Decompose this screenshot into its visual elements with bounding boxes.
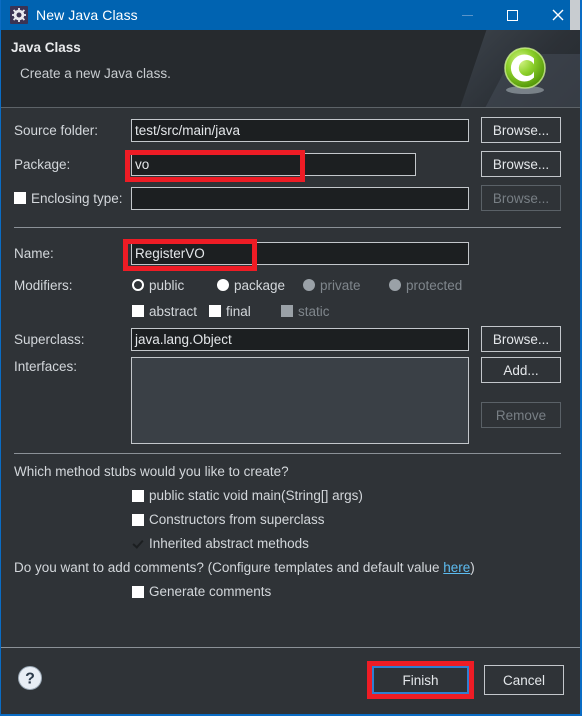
modifier-final-option[interactable]: final — [209, 304, 251, 319]
checkbox-final[interactable] — [209, 305, 221, 317]
name-row: Name: RegisterVO — [1, 240, 580, 266]
checkbox-inherited-abstract[interactable] — [132, 537, 144, 550]
method-stubs-question: Which method stubs would you like to cre… — [14, 464, 289, 479]
enclosing-type-browse-label: Browse... — [492, 190, 550, 206]
checkbox-inherited-abstract-label: Inherited abstract methods — [149, 536, 309, 551]
finish-button-inner: Finish — [372, 666, 469, 694]
gear-icon — [10, 6, 28, 24]
checkbox-generate-comments-label: Generate comments — [149, 584, 272, 599]
banner-title: Java Class — [11, 40, 81, 55]
separator-1 — [14, 227, 561, 228]
package-browse-button[interactable]: Browse... — [481, 151, 561, 177]
checkbox-constructors-label: Constructors from superclass — [149, 512, 325, 527]
radio-private-label: private — [320, 277, 361, 293]
cancel-button-label: Cancel — [502, 672, 546, 688]
stub-main-option[interactable]: public static void main(String[] args) — [132, 488, 363, 503]
checkbox-final-label: final — [226, 303, 251, 319]
comments-question: Do you want to add comments? (Configure … — [14, 560, 475, 575]
enclosing-type-label: Enclosing type: — [31, 190, 123, 206]
gear-icon-svg — [12, 8, 26, 22]
radio-package[interactable] — [217, 279, 229, 291]
superclass-input[interactable]: java.lang.Object — [131, 327, 469, 351]
finish-button[interactable]: Finish — [371, 665, 470, 695]
package-row: Package: vo Browse... — [1, 151, 580, 177]
checkbox-static — [281, 305, 293, 317]
radio-protected-label: protected — [406, 277, 463, 293]
package-input[interactable]: vo — [131, 152, 416, 176]
modifier-abstract-option[interactable]: abstract — [132, 304, 197, 319]
stub-inherited-option[interactable]: Inherited abstract methods — [132, 536, 309, 551]
enclosing-type-input[interactable] — [131, 186, 469, 210]
cancel-button[interactable]: Cancel — [484, 665, 564, 695]
radio-private — [303, 279, 315, 291]
source-folder-row: Source folder: test/src/main/java Browse… — [1, 117, 580, 143]
source-folder-label: Source folder: — [14, 122, 99, 138]
enclosing-type-checkbox[interactable] — [14, 192, 26, 204]
generate-comments-option[interactable]: Generate comments — [132, 584, 271, 599]
help-icon[interactable]: ? — [17, 665, 43, 691]
interfaces-row: Interfaces: Add... Remove — [1, 357, 580, 447]
interfaces-label: Interfaces: — [14, 359, 78, 374]
superclass-browse-label: Browse... — [492, 331, 550, 347]
modifier-protected-option: protected — [389, 278, 462, 293]
interfaces-remove-label: Remove — [495, 407, 547, 423]
comments-question-pre: Do you want to add comments? (Configure … — [14, 560, 444, 575]
stub-constructors-option[interactable]: Constructors from superclass — [132, 512, 325, 527]
interfaces-add-button[interactable]: Add... — [481, 357, 561, 383]
title-bar: New Java Class — [1, 0, 580, 30]
configure-templates-link[interactable]: here — [443, 560, 470, 575]
modifier-static-option: static — [281, 304, 330, 319]
source-folder-input[interactable]: test/src/main/java — [131, 118, 469, 142]
source-folder-browse-button[interactable]: Browse... — [481, 117, 561, 143]
enclosing-type-browse-button: Browse... — [481, 185, 561, 211]
radio-protected — [389, 279, 401, 291]
superclass-label: Superclass: — [14, 331, 85, 347]
interfaces-remove-button: Remove — [481, 402, 561, 428]
checkbox-constructors[interactable] — [132, 513, 144, 526]
interfaces-add-label: Add... — [503, 362, 539, 378]
wizard-banner: Java Class Create a new Java class. — [1, 30, 580, 108]
separator-2 — [14, 453, 561, 454]
radio-public[interactable] — [132, 279, 144, 291]
window-title: New Java Class — [36, 7, 138, 23]
checkbox-static-label: static — [298, 303, 330, 319]
modifier-package-option[interactable]: package — [217, 278, 285, 293]
name-label: Name: — [14, 245, 54, 261]
banner-subtitle: Create a new Java class. — [20, 66, 171, 81]
enclosing-type-row: Enclosing type: Browse... — [1, 185, 580, 211]
modifier-flags-row: abstract final static — [1, 298, 580, 324]
radio-package-label: package — [234, 277, 286, 293]
finish-button-label: Finish — [402, 672, 439, 688]
checkbox-abstract-label: abstract — [149, 303, 198, 319]
minimize-button[interactable] — [445, 0, 490, 30]
package-label: Package: — [14, 156, 71, 172]
modifiers-row: Modifiers: public package private protec… — [1, 272, 580, 298]
interfaces-list[interactable] — [131, 357, 469, 444]
checkbox-abstract[interactable] — [132, 305, 144, 317]
checkbox-main-method[interactable] — [132, 489, 144, 502]
java-class-green-c-icon — [504, 47, 546, 94]
name-input[interactable]: RegisterVO — [131, 241, 469, 265]
maximize-button[interactable] — [490, 0, 535, 30]
source-folder-browse-label: Browse... — [492, 122, 550, 138]
comments-question-post: ) — [470, 560, 475, 575]
modifiers-label: Modifiers: — [14, 277, 73, 293]
checkbox-main-method-label: public static void main(String[] args) — [149, 488, 363, 503]
package-browse-label: Browse... — [492, 156, 550, 172]
svg-text:?: ? — [25, 671, 35, 688]
checkbox-generate-comments[interactable] — [132, 585, 144, 598]
modifier-private-option: private — [303, 278, 361, 293]
modifier-public-option[interactable]: public — [132, 278, 184, 293]
new-java-class-dialog: New Java Class Java Class Create a new J… — [0, 0, 582, 716]
superclass-browse-button[interactable]: Browse... — [481, 326, 561, 352]
close-icon — [552, 9, 563, 21]
superclass-row: Superclass: java.lang.Object Browse... — [1, 326, 580, 352]
window-controls — [445, 0, 580, 30]
radio-public-label: public — [149, 277, 185, 293]
form-body: Source folder: test/src/main/java Browse… — [1, 109, 580, 649]
window-edge-strip — [570, 0, 580, 30]
dialog-footer: ? Finish Cancel — [1, 647, 580, 714]
